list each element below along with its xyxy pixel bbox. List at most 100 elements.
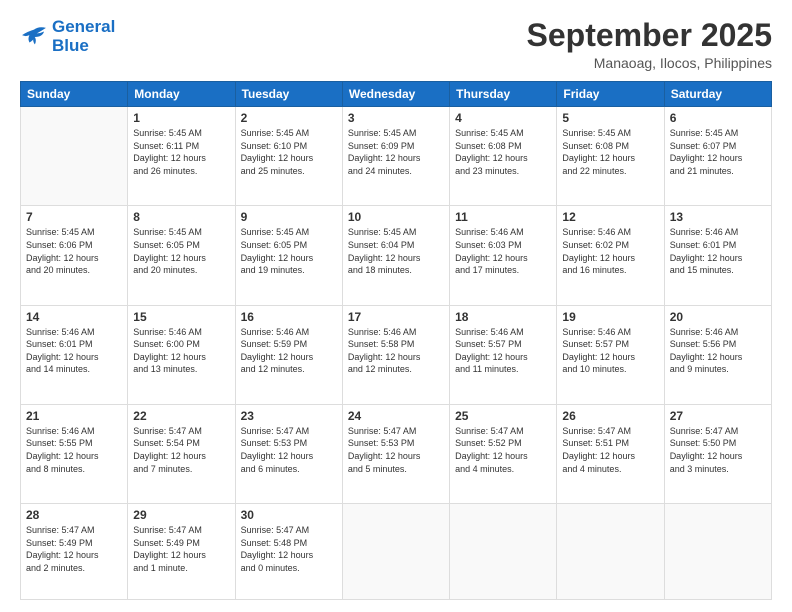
cell-info: Daylight: 12 hours [670,252,766,265]
table-row: 12Sunrise: 5:46 AMSunset: 6:02 PMDayligh… [557,206,664,305]
cell-info: Sunset: 5:53 PM [348,437,444,450]
day-number: 29 [133,508,229,522]
cell-info: Daylight: 12 hours [562,252,658,265]
cell-info: Sunset: 6:01 PM [670,239,766,252]
cell-info: and 13 minutes. [133,363,229,376]
day-number: 10 [348,210,444,224]
cell-info: Sunrise: 5:47 AM [26,524,122,537]
cell-info: and 19 minutes. [241,264,337,277]
cell-info: and 12 minutes. [241,363,337,376]
cell-info: Sunrise: 5:47 AM [348,425,444,438]
cell-info: and 11 minutes. [455,363,551,376]
cell-info: Daylight: 12 hours [241,450,337,463]
cell-info: Sunset: 5:57 PM [455,338,551,351]
cell-info: and 0 minutes. [241,562,337,575]
cell-info: Sunset: 5:49 PM [26,537,122,550]
table-row [342,504,449,600]
day-number: 15 [133,310,229,324]
table-row: 2Sunrise: 5:45 AMSunset: 6:10 PMDaylight… [235,107,342,206]
cell-info: Sunrise: 5:46 AM [26,425,122,438]
cell-info: and 12 minutes. [348,363,444,376]
cell-info: Sunset: 6:01 PM [26,338,122,351]
cell-info: and 20 minutes. [133,264,229,277]
cell-info: Sunrise: 5:45 AM [241,127,337,140]
day-number: 13 [670,210,766,224]
table-row: 17Sunrise: 5:46 AMSunset: 5:58 PMDayligh… [342,305,449,404]
cell-info: Daylight: 12 hours [26,351,122,364]
page: General Blue September 2025 Manaoag, Ilo… [0,0,792,612]
cell-info: Daylight: 12 hours [241,152,337,165]
cell-info: Sunrise: 5:45 AM [670,127,766,140]
day-number: 11 [455,210,551,224]
cell-info: and 8 minutes. [26,463,122,476]
cell-info: Sunrise: 5:46 AM [670,326,766,339]
cell-info: Daylight: 12 hours [26,252,122,265]
day-number: 23 [241,409,337,423]
col-monday: Monday [128,82,235,107]
cell-info: Sunrise: 5:47 AM [133,425,229,438]
cell-info: Daylight: 12 hours [241,351,337,364]
table-row: 10Sunrise: 5:45 AMSunset: 6:04 PMDayligh… [342,206,449,305]
cell-info: Sunset: 6:05 PM [241,239,337,252]
cell-info: Daylight: 12 hours [133,252,229,265]
table-row: 9Sunrise: 5:45 AMSunset: 6:05 PMDaylight… [235,206,342,305]
day-number: 24 [348,409,444,423]
table-row: 7Sunrise: 5:45 AMSunset: 6:06 PMDaylight… [21,206,128,305]
table-row: 25Sunrise: 5:47 AMSunset: 5:52 PMDayligh… [450,404,557,503]
table-row: 26Sunrise: 5:47 AMSunset: 5:51 PMDayligh… [557,404,664,503]
table-row: 24 Sunrise: 5:47 AMSunset: 5:53 PMDayligh… [342,404,449,503]
cell-info: Daylight: 12 hours [455,152,551,165]
cell-info: and 4 minutes. [562,463,658,476]
logo: General Blue [20,18,115,55]
cell-info: and 16 minutes. [562,264,658,277]
cell-info: Sunrise: 5:46 AM [562,226,658,239]
cell-info: Sunset: 6:06 PM [26,239,122,252]
cell-info: and 1 minute. [133,562,229,575]
table-row: 18Sunrise: 5:46 AMSunset: 5:57 PMDayligh… [450,305,557,404]
cell-info: Sunset: 5:53 PM [241,437,337,450]
day-number: 2 [241,111,337,125]
table-row: 20Sunrise: 5:46 AMSunset: 5:56 PMDayligh… [664,305,771,404]
table-row: 19Sunrise: 5:46 AMSunset: 5:57 PMDayligh… [557,305,664,404]
header-row: Sunday Monday Tuesday Wednesday Thursday… [21,82,772,107]
cell-info: Sunrise: 5:45 AM [133,226,229,239]
cell-info: Sunset: 6:09 PM [348,140,444,153]
cell-info: Sunset: 5:50 PM [670,437,766,450]
cell-info: and 14 minutes. [26,363,122,376]
cell-info: Daylight: 12 hours [26,549,122,562]
cell-info: Sunrise: 5:46 AM [26,326,122,339]
table-row: 8Sunrise: 5:45 AMSunset: 6:05 PMDaylight… [128,206,235,305]
table-row: 21Sunrise: 5:46 AMSunset: 5:55 PMDayligh… [21,404,128,503]
cell-info: Daylight: 12 hours [348,152,444,165]
table-row: 3Sunrise: 5:45 AMSunset: 6:09 PMDaylight… [342,107,449,206]
table-row: 4Sunrise: 5:45 AMSunset: 6:08 PMDaylight… [450,107,557,206]
cell-info: Sunset: 6:05 PM [133,239,229,252]
cell-info: and 4 minutes. [455,463,551,476]
cell-info: Sunrise: 5:46 AM [670,226,766,239]
table-row: 29Sunrise: 5:47 AMSunset: 5:49 PMDayligh… [128,504,235,600]
cell-info: Sunset: 5:58 PM [348,338,444,351]
cell-info: and 22 minutes. [562,165,658,178]
cell-info: and 5 minutes. [348,463,444,476]
table-row [664,504,771,600]
col-saturday: Saturday [664,82,771,107]
cell-info: Sunset: 5:56 PM [670,338,766,351]
cell-info: and 25 minutes. [241,165,337,178]
table-row: 22Sunrise: 5:47 AMSunset: 5:54 PMDayligh… [128,404,235,503]
cell-info: Daylight: 12 hours [348,252,444,265]
table-row: 14Sunrise: 5:46 AMSunset: 6:01 PMDayligh… [21,305,128,404]
cell-info: Sunrise: 5:45 AM [455,127,551,140]
cell-info: Daylight: 12 hours [455,450,551,463]
cell-info: Sunset: 6:11 PM [133,140,229,153]
cell-info: Sunset: 6:08 PM [455,140,551,153]
table-row: 5Sunrise: 5:45 AMSunset: 6:08 PMDaylight… [557,107,664,206]
cell-info: Daylight: 12 hours [348,351,444,364]
cell-info: Sunset: 6:03 PM [455,239,551,252]
cell-info: Daylight: 12 hours [348,450,444,463]
cell-info: Sunset: 6:07 PM [670,140,766,153]
cell-info: and 24 minutes. [348,165,444,178]
cell-info: and 18 minutes. [348,264,444,277]
cell-info: Sunrise: 5:45 AM [241,226,337,239]
calendar-table: Sunday Monday Tuesday Wednesday Thursday… [20,81,772,600]
table-row: 23Sunrise: 5:47 AMSunset: 5:53 PMDayligh… [235,404,342,503]
